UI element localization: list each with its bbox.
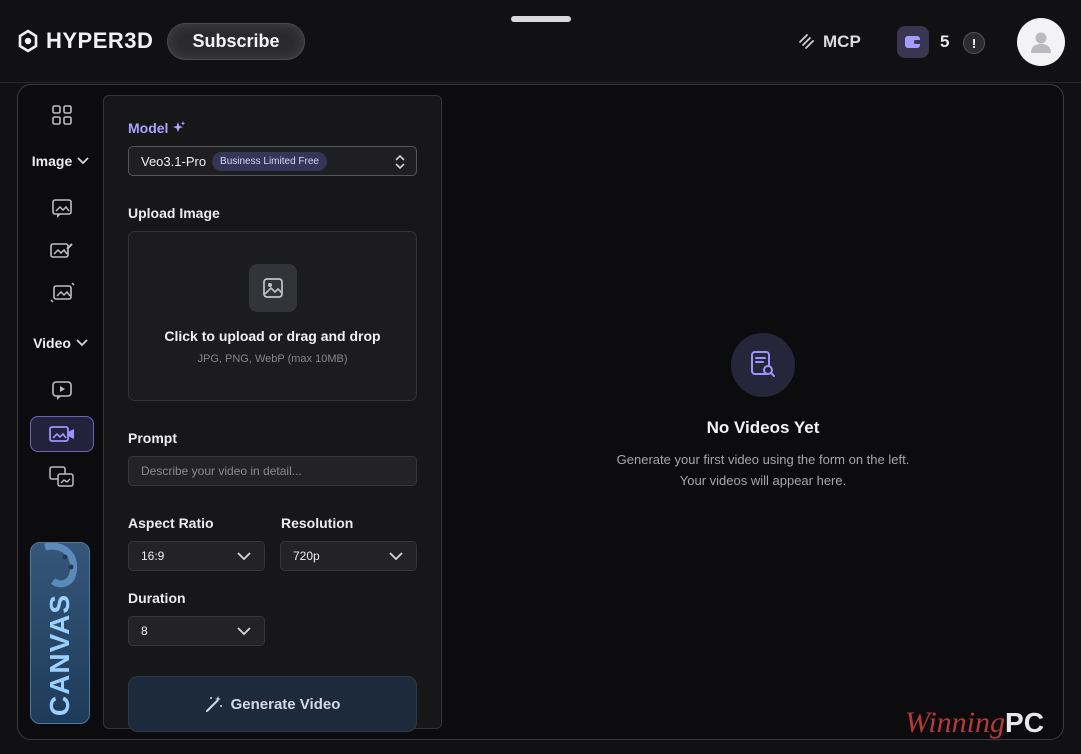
chevron-updown-icon	[395, 154, 405, 170]
aspect-ratio-label: Aspect Ratio	[128, 515, 214, 531]
image-sparkle-icon	[50, 282, 75, 303]
empty-icon-wrap	[731, 333, 795, 397]
resolution-label: Resolution	[281, 515, 354, 531]
wallet-button[interactable]	[897, 26, 929, 58]
model-label-row: Model	[128, 120, 186, 136]
wallet-icon	[905, 36, 921, 48]
video-chat-icon	[52, 381, 72, 400]
video-swap-icon	[49, 466, 74, 487]
image-chat-icon	[52, 199, 72, 218]
alert-icon[interactable]: !	[963, 32, 985, 54]
videos-empty-state: No Videos Yet Generate your first video …	[442, 85, 1063, 739]
model-select[interactable]: Veo3.1-Pro Business Limited Free	[128, 146, 417, 176]
upload-dropzone[interactable]: Click to upload or drag and drop JPG, PN…	[128, 231, 417, 401]
rail-image-to-video[interactable]	[30, 416, 94, 452]
mcp-label: MCP	[823, 32, 861, 51]
model-badge: Business Limited Free	[212, 151, 327, 171]
main-frame: Image Video CANVAS Model Veo3.1-Pro Busi…	[17, 84, 1064, 740]
document-search-icon	[751, 351, 775, 377]
image-edit-icon	[50, 243, 73, 258]
video-form-panel: Model Veo3.1-Pro Business Limited Free U…	[103, 95, 442, 732]
chevron-down-icon	[76, 339, 88, 347]
top-header: HYPER3D Subscribe MCP 5 !	[0, 0, 1081, 82]
chevron-down-icon	[237, 552, 251, 561]
header-divider	[0, 82, 1081, 83]
model-value: Veo3.1-Pro	[141, 153, 207, 169]
chevron-down-icon	[237, 627, 251, 636]
upload-image-label: Upload Image	[128, 205, 220, 221]
rail-dashboard[interactable]	[30, 97, 94, 133]
canvas-launcher[interactable]: CANVAS	[30, 542, 90, 724]
prompt-input[interactable]: Describe your video in detail...	[128, 456, 417, 486]
duration-select[interactable]: 8	[128, 616, 265, 646]
empty-message-line-1: Generate your first video using the form…	[616, 452, 910, 467]
rail-text-to-image[interactable]	[30, 191, 94, 227]
resolution-select[interactable]: 720p	[280, 541, 417, 571]
upload-title: Click to upload or drag and drop	[164, 328, 381, 344]
subscribe-button[interactable]: Subscribe	[167, 23, 305, 60]
mcp-button[interactable]: MCP	[797, 32, 861, 52]
chevron-down-icon	[77, 157, 89, 165]
user-icon	[1031, 32, 1051, 53]
rail-image-enhance[interactable]	[30, 275, 94, 311]
image-section-toggle[interactable]: Image	[26, 151, 96, 171]
upload-formats: JPG, PNG, WebP (max 10MB)	[197, 353, 348, 365]
brand-name: HYPER3D	[46, 28, 154, 53]
upload-icon-wrap	[249, 264, 297, 312]
aspect-ratio-select[interactable]: 16:9	[128, 541, 265, 571]
empty-message-line-2: Your videos will appear here.	[679, 473, 847, 488]
watermark: WinningPC	[905, 706, 1044, 740]
image-video-icon	[49, 426, 74, 442]
generate-video-button[interactable]: Generate Video	[128, 676, 417, 732]
left-rail: Image Video CANVAS	[18, 85, 104, 739]
model-label: Model	[128, 120, 169, 136]
prompt-label: Prompt	[128, 430, 177, 446]
generate-video-label: Generate Video	[230, 695, 341, 713]
image-section-label: Image	[31, 153, 73, 169]
watermark-script: Winning	[905, 706, 1006, 739]
credit-count: 5	[940, 32, 950, 51]
aspect-ratio-value: 16:9	[141, 549, 165, 563]
user-avatar[interactable]	[1017, 18, 1065, 66]
hyper3d-logo-icon	[18, 29, 38, 53]
rail-video-to-video[interactable]	[30, 459, 94, 495]
empty-title: No Videos Yet	[706, 418, 820, 437]
duration-value: 8	[141, 624, 148, 638]
resolution-value: 720p	[293, 549, 320, 563]
brand-logo[interactable]: HYPER3D	[16, 28, 153, 54]
video-section-toggle[interactable]: Video	[26, 333, 96, 353]
watermark-suffix: PC	[1005, 707, 1044, 738]
grid-icon	[52, 105, 72, 125]
image-upload-icon	[263, 278, 283, 298]
mcp-icon	[799, 34, 814, 49]
magic-wand-icon	[205, 696, 222, 712]
chevron-down-icon	[389, 552, 403, 561]
duration-label: Duration	[128, 590, 186, 606]
rail-text-to-video[interactable]	[30, 373, 94, 409]
sparkle-icon	[173, 121, 186, 132]
canvas-label: CANVAS	[44, 593, 75, 717]
rail-image-edit[interactable]	[30, 233, 94, 269]
video-section-label: Video	[33, 335, 71, 351]
